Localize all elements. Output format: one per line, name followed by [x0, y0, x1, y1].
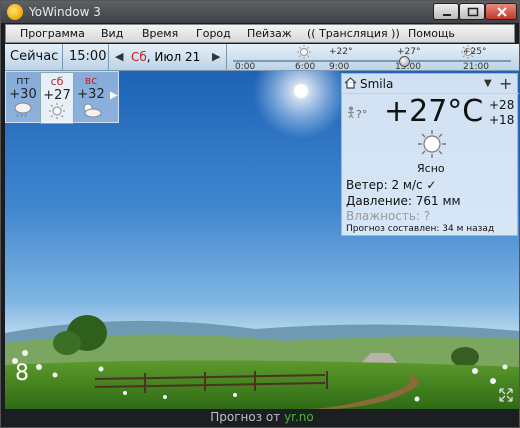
clock-hour: 8 — [15, 361, 29, 386]
now-button[interactable]: Сейчас — [5, 44, 63, 71]
pressure-info: Давление: 761 мм — [346, 194, 461, 208]
date-selector: ◀ Сб, Июл 21 ▶ — [109, 44, 227, 71]
time-bar: Сейчас 15:00 ◀ Сб, Июл 21 ▶ +22° +27° +2… — [5, 44, 519, 72]
date-day-of-week: Сб — [131, 50, 147, 64]
minimize-icon — [443, 14, 451, 16]
forecast-panel: пт +30 сб +27 вс +32 ▶ — [5, 71, 119, 124]
date-label: Сб, Июл 21 — [131, 50, 200, 64]
menu-broadcast[interactable]: (( Трансляция )) — [307, 27, 400, 40]
timeline-temp-3: +25° — [463, 47, 487, 57]
high-temp: +28 — [489, 98, 515, 112]
add-city-button[interactable]: + — [499, 74, 512, 93]
home-icon — [344, 76, 357, 92]
feels-like-temp: ?° — [346, 106, 367, 121]
forecast-day-name: сб — [50, 75, 64, 88]
menu-time[interactable]: Время — [142, 27, 178, 40]
maximize-icon — [467, 7, 479, 17]
date-month-day: , Июл 21 — [146, 50, 201, 64]
forecast-day-selected[interactable]: сб +27 — [40, 72, 74, 124]
sun-icon — [41, 103, 73, 119]
maximize-button[interactable] — [459, 3, 485, 20]
wind-info: Ветер: 2 м/с ✓ — [346, 178, 437, 192]
app-logo-icon — [7, 4, 23, 20]
sun-icon — [417, 129, 447, 162]
timeline-slider-handle[interactable] — [399, 56, 410, 67]
forecast-day[interactable]: пт +30 — [6, 72, 40, 124]
sun-cloud-icon — [74, 102, 108, 118]
close-button[interactable] — [485, 3, 517, 20]
menu-program[interactable]: Программа — [20, 27, 85, 40]
menu-bar: Программа Вид Время Город Пейзаж (( Тран… — [5, 24, 515, 43]
current-temp: +27°C — [384, 94, 484, 129]
app-window: YoWindow 3 Программа Вид Время Город Пей… — [0, 0, 520, 428]
current-time[interactable]: 15:00 — [63, 44, 109, 71]
city-row[interactable]: Smila ▼ + — [342, 74, 519, 94]
menu-help[interactable]: Помощь — [408, 27, 455, 40]
weather-panel: Smila ▼ + ?° +27°C +28 +18 Ясно Ветер: 2… — [341, 73, 519, 236]
minimize-button[interactable] — [433, 3, 459, 20]
window-title: YoWindow 3 — [29, 5, 101, 19]
city-name: Smila — [360, 77, 394, 91]
forecast-day-temp: +30 — [9, 87, 37, 102]
forecast-day[interactable]: вс +32 — [74, 72, 108, 124]
rain-cloud-icon — [6, 102, 40, 118]
humidity-info: Влажность: ? — [346, 209, 431, 223]
person-icon — [348, 106, 354, 119]
timeline-temp-2: +27° — [397, 47, 421, 57]
forecast-updated: Прогноз составлен: 34 м назад — [346, 224, 495, 234]
close-icon — [497, 7, 507, 17]
menu-view[interactable]: Вид — [101, 27, 123, 40]
timeline[interactable]: +22° +27° +25° 0:00 6:00 9:00 15:00 21:0… — [227, 44, 519, 72]
forecast-day-temp: +27 — [43, 88, 71, 103]
fullscreen-icon[interactable] — [498, 387, 514, 407]
prev-day-icon[interactable]: ◀ — [115, 50, 123, 63]
forecast-day-name: пт — [16, 74, 30, 87]
low-temp: +18 — [489, 113, 515, 127]
forecast-day-temp: +32 — [77, 87, 105, 102]
title-bar[interactable]: YoWindow 3 — [1, 1, 519, 23]
forecast-day-name: вс — [84, 74, 98, 87]
status-bar: Прогноз от yr.no — [5, 409, 519, 427]
chevron-down-icon[interactable]: ▼ — [484, 78, 492, 89]
provider-link[interactable]: yr.no — [284, 410, 314, 424]
menu-city[interactable]: Город — [196, 27, 231, 40]
weather-condition: Ясно — [417, 162, 445, 175]
forecast-next-icon[interactable]: ▶ — [110, 90, 118, 101]
status-prefix: Прогноз от — [210, 410, 285, 424]
next-day-icon[interactable]: ▶ — [212, 50, 220, 63]
menu-landscape[interactable]: Пейзаж — [247, 27, 292, 40]
timeline-temp-1: +22° — [329, 47, 353, 57]
